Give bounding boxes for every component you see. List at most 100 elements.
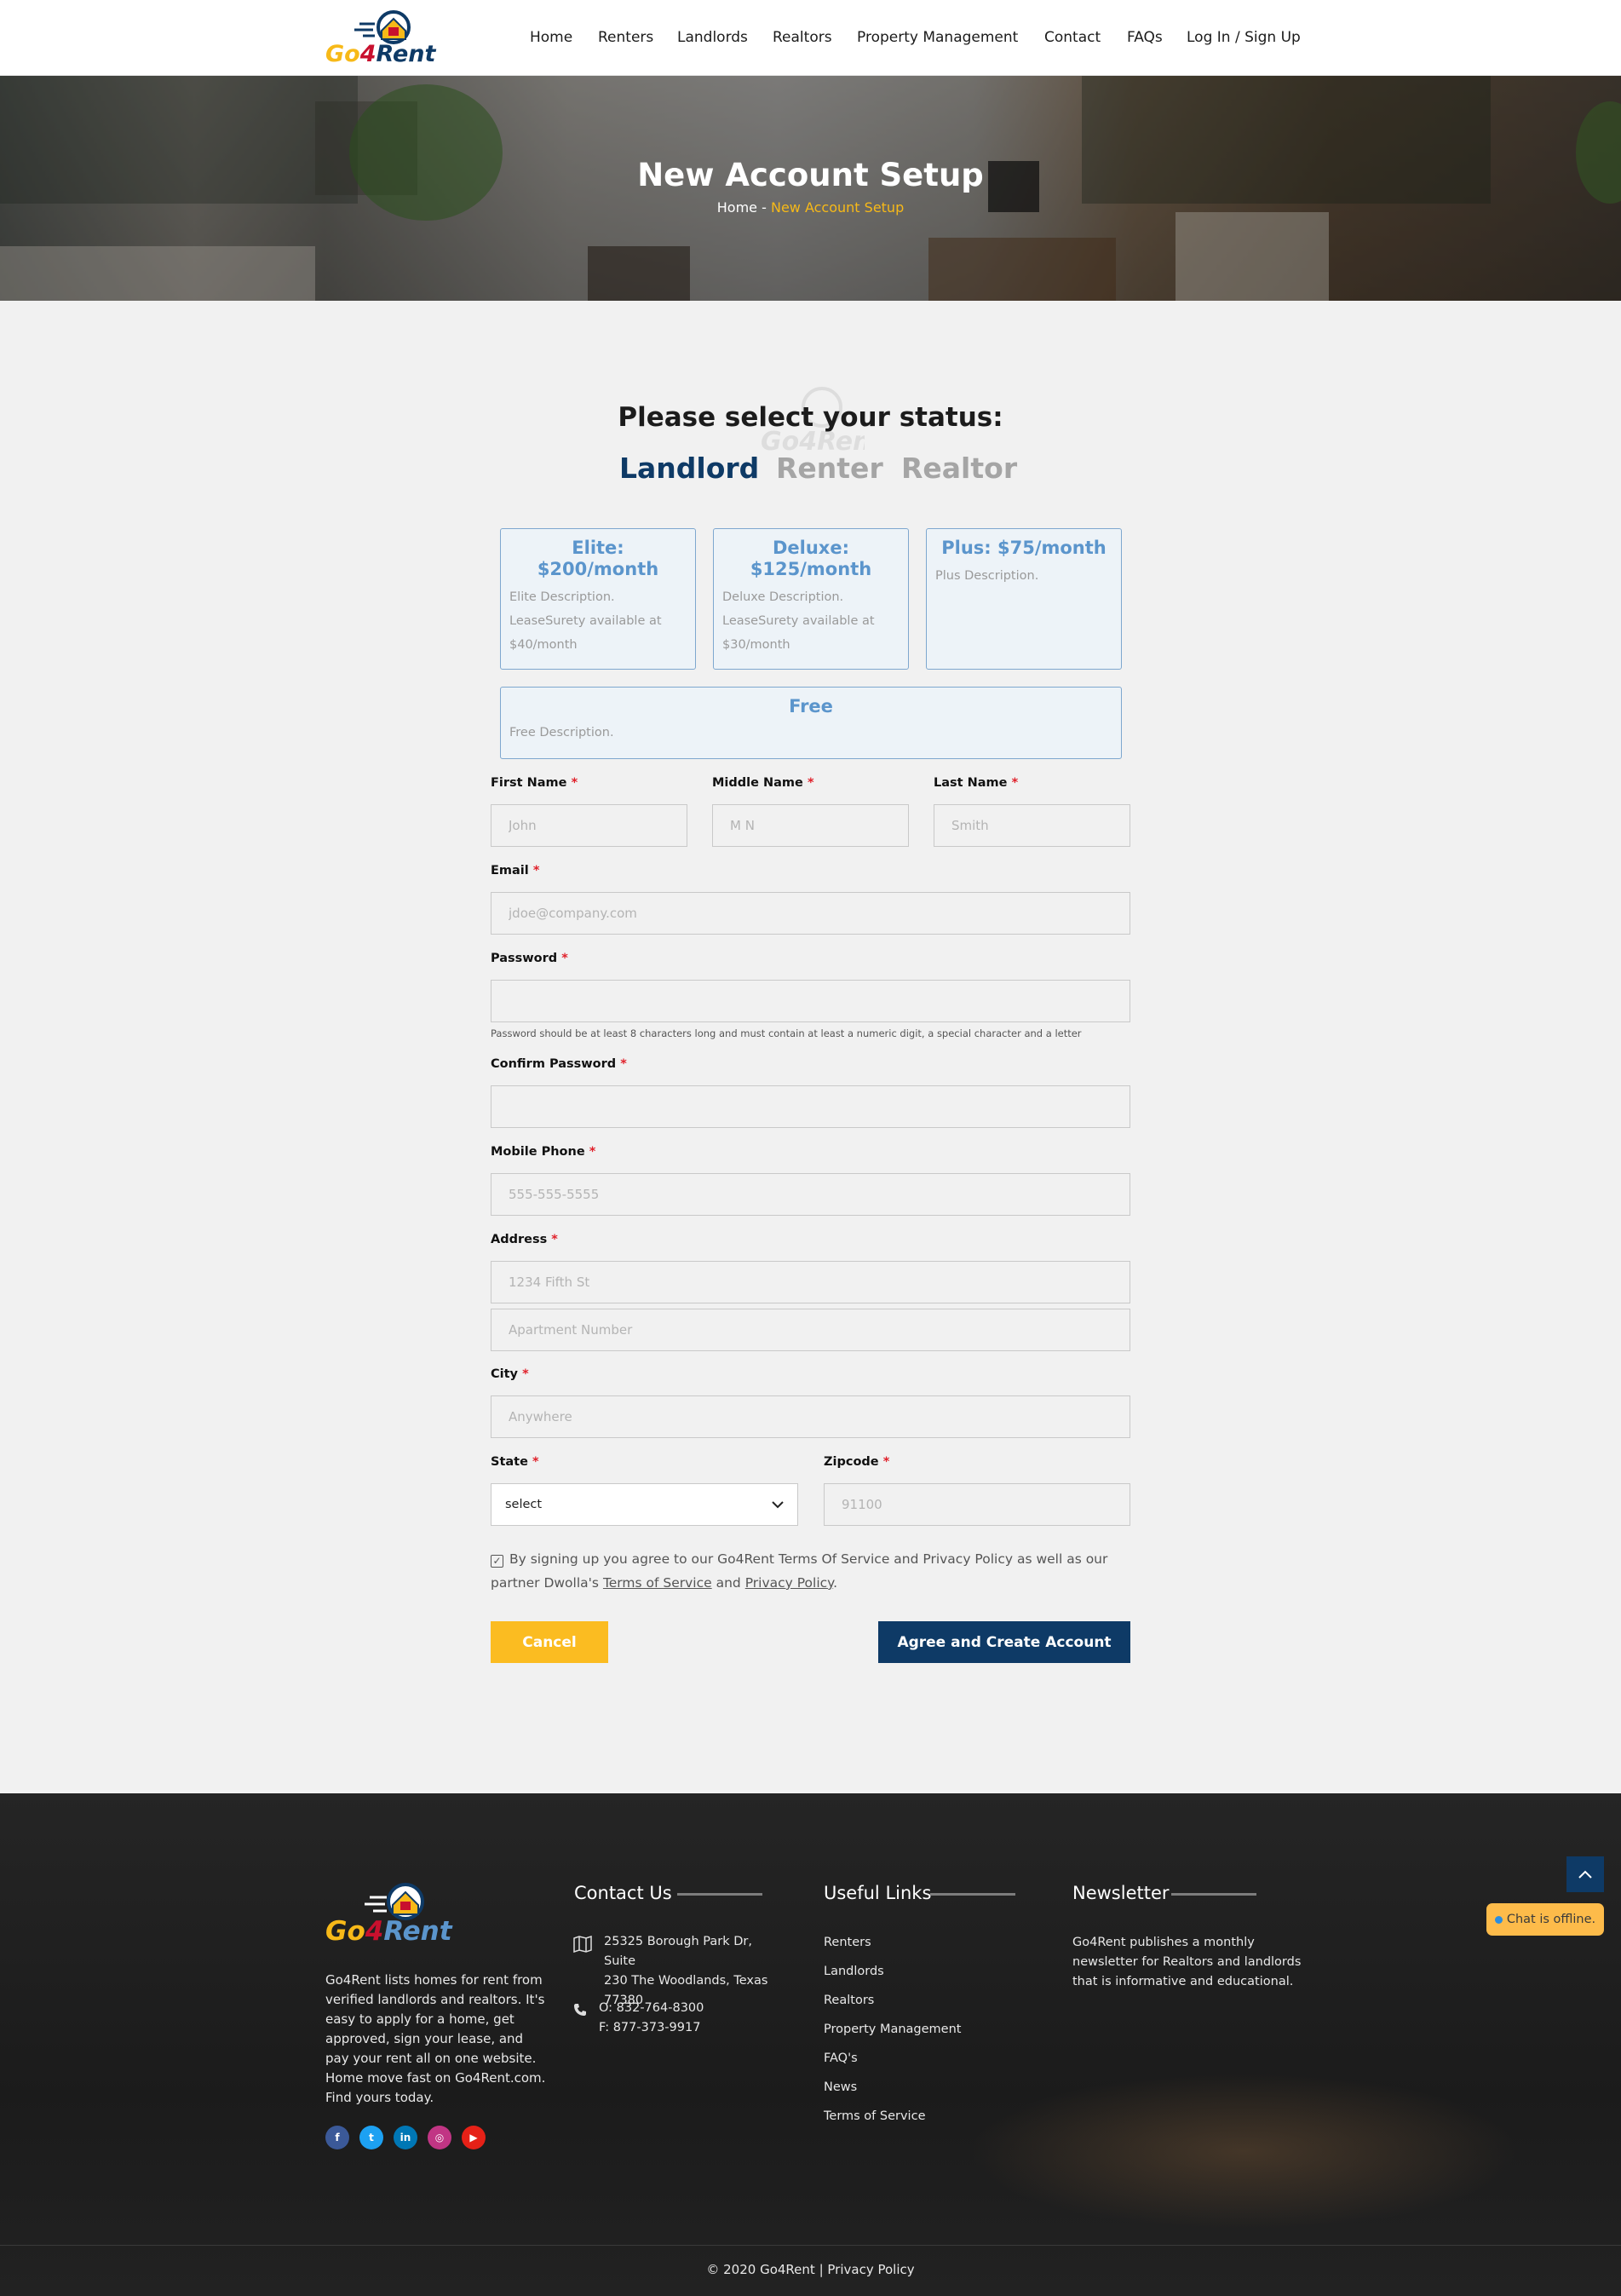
- logo-text-rent: Rent: [376, 41, 436, 67]
- zipcode-label: Zipcode *: [824, 1455, 890, 1469]
- useful-links-rule: [930, 1893, 1015, 1896]
- terms-agreement: ✓ By signing up you agree to our Go4Rent …: [491, 1547, 1138, 1595]
- nav-faqs[interactable]: FAQs: [1127, 29, 1163, 46]
- plan-description: Deluxe Description. LeaseSurety availabl…: [722, 590, 875, 652]
- role-landlord[interactable]: Landlord: [619, 452, 759, 485]
- map-icon: [573, 1936, 592, 1953]
- nav-property-management[interactable]: Property Management: [857, 29, 1018, 46]
- page-title: New Account Setup: [637, 157, 984, 193]
- footer-divider: [0, 2245, 1621, 2246]
- plan-description: Elite Description. LeaseSurety available…: [509, 590, 662, 652]
- plan-card-plus[interactable]: Plus: $75/month Plus Description.: [926, 528, 1122, 670]
- plan-description: Free Description.: [509, 726, 614, 739]
- middle-name-input[interactable]: [712, 804, 909, 847]
- plan-card-free[interactable]: Free Free Description.: [500, 687, 1122, 759]
- email-label: Email *: [491, 864, 540, 878]
- chat-widget[interactable]: Chat is offline.: [1486, 1903, 1604, 1936]
- footer-logo-go: Go: [325, 1916, 365, 1947]
- footer-link-renters[interactable]: Renters: [824, 1936, 871, 1949]
- agree-period: .: [833, 1575, 838, 1591]
- plan-card-deluxe[interactable]: Deluxe: $125/month Deluxe Description. L…: [713, 528, 909, 670]
- mobile-phone-label: Mobile Phone *: [491, 1145, 596, 1159]
- status-question: Please select your status:: [618, 402, 1003, 433]
- apartment-input[interactable]: [491, 1309, 1130, 1351]
- role-renter[interactable]: Renter: [776, 452, 883, 485]
- plan-title: Deluxe: $125/month: [750, 538, 872, 579]
- newsletter-rule: [1171, 1893, 1256, 1896]
- state-label: State *: [491, 1455, 539, 1469]
- nav-realtors[interactable]: Realtors: [773, 29, 832, 46]
- address-input[interactable]: [491, 1261, 1130, 1303]
- go4rent-logo[interactable]: Go4Rent: [325, 9, 435, 70]
- confirm-password-input[interactable]: [491, 1085, 1130, 1128]
- newsletter-heading: Newsletter: [1072, 1883, 1170, 1903]
- zipcode-input[interactable]: [824, 1483, 1130, 1526]
- breadcrumb-home[interactable]: Home: [717, 199, 757, 216]
- social-links: f t in ◎ ▶: [325, 2126, 486, 2149]
- footer-link-landlords[interactable]: Landlords: [824, 1965, 884, 1978]
- site-footer: [0, 1793, 1621, 2296]
- plan-card-elite[interactable]: Elite: $200/month Elite Description. Lea…: [500, 528, 696, 670]
- city-label: City *: [491, 1367, 529, 1381]
- footer-link-realtors[interactable]: Realtors: [824, 1994, 874, 2007]
- role-realtor[interactable]: Realtor: [901, 452, 1017, 485]
- useful-links-heading: Useful Links: [824, 1883, 932, 1903]
- footer-link-news[interactable]: News: [824, 2080, 857, 2094]
- state-select-value: select: [505, 1498, 543, 1511]
- logo-text-4: 4: [359, 41, 377, 67]
- nav-home[interactable]: Home: [530, 29, 572, 46]
- footer-link-faqs[interactable]: FAQ's: [824, 2051, 858, 2065]
- password-input[interactable]: [491, 980, 1130, 1022]
- site-header: Go4Rent Home Renters Landlords Realtors …: [0, 0, 1621, 76]
- dwolla-terms-link[interactable]: Terms of Service: [603, 1575, 712, 1591]
- footer-logo-4: 4: [365, 1916, 384, 1947]
- youtube-icon[interactable]: ▶: [462, 2126, 486, 2149]
- footer-logo-rent: Rent: [383, 1916, 452, 1947]
- footer-link-terms[interactable]: Terms of Service: [824, 2109, 925, 2123]
- contact-heading-rule: [677, 1893, 762, 1896]
- chevron-up-icon: [1578, 1870, 1592, 1879]
- footer-logo[interactable]: Go4Rent: [325, 1880, 452, 1948]
- plan-title: Free: [789, 696, 833, 716]
- city-input[interactable]: [491, 1395, 1130, 1438]
- nav-contact[interactable]: Contact: [1044, 29, 1101, 46]
- state-select[interactable]: select: [491, 1483, 798, 1526]
- mobile-phone-input[interactable]: [491, 1173, 1130, 1216]
- contact-fax: F: 877-373-9917: [599, 2021, 701, 2034]
- agree-checkbox[interactable]: ✓: [491, 1555, 503, 1568]
- chevron-down-icon: [772, 1500, 784, 1508]
- last-name-label: Last Name *: [934, 776, 1019, 790]
- linkedin-icon[interactable]: in: [394, 2126, 417, 2149]
- status-dot-icon: [1494, 1915, 1503, 1924]
- contact-phone: O: 832-764-8300: [599, 2001, 704, 2015]
- scroll-to-top-button[interactable]: [1566, 1856, 1604, 1892]
- breadcrumb-current: New Account Setup: [770, 199, 905, 216]
- create-account-button[interactable]: Agree and Create Account: [878, 1621, 1130, 1663]
- nav-renters[interactable]: Renters: [598, 29, 653, 46]
- email-input[interactable]: [491, 892, 1130, 935]
- address-label: Address *: [491, 1233, 558, 1246]
- facebook-icon[interactable]: f: [325, 2126, 349, 2149]
- first-name-input[interactable]: [491, 804, 687, 847]
- cancel-button[interactable]: Cancel: [491, 1621, 608, 1663]
- newsletter-text: Go4Rent publishes a monthly newsletter f…: [1072, 1936, 1302, 1988]
- confirm-password-label: Confirm Password *: [491, 1057, 627, 1071]
- breadcrumb: Home - New Account Setup: [0, 199, 1621, 216]
- plan-description: Plus Description.: [935, 569, 1039, 583]
- nav-landlords[interactable]: Landlords: [677, 29, 748, 46]
- agree-and: and: [716, 1575, 741, 1591]
- twitter-icon[interactable]: t: [359, 2126, 383, 2149]
- contact-heading: Contact Us: [574, 1883, 672, 1903]
- instagram-icon[interactable]: ◎: [428, 2126, 451, 2149]
- plan-title: Elite: $200/month: [537, 538, 659, 579]
- footer-link-property-management[interactable]: Property Management: [824, 2023, 961, 2036]
- footer-about: Go4Rent lists homes for rent from verifi…: [325, 1972, 546, 2105]
- nav-login-signup[interactable]: Log In / Sign Up: [1187, 29, 1301, 46]
- logo-text-go: Go: [325, 41, 360, 67]
- breadcrumb-separator: -: [762, 199, 767, 216]
- chat-status-text: Chat is offline.: [1506, 1913, 1596, 1926]
- middle-name-label: Middle Name *: [712, 776, 814, 790]
- password-label: Password *: [491, 952, 568, 965]
- dwolla-privacy-link[interactable]: Privacy Policy: [745, 1575, 833, 1591]
- last-name-input[interactable]: [934, 804, 1130, 847]
